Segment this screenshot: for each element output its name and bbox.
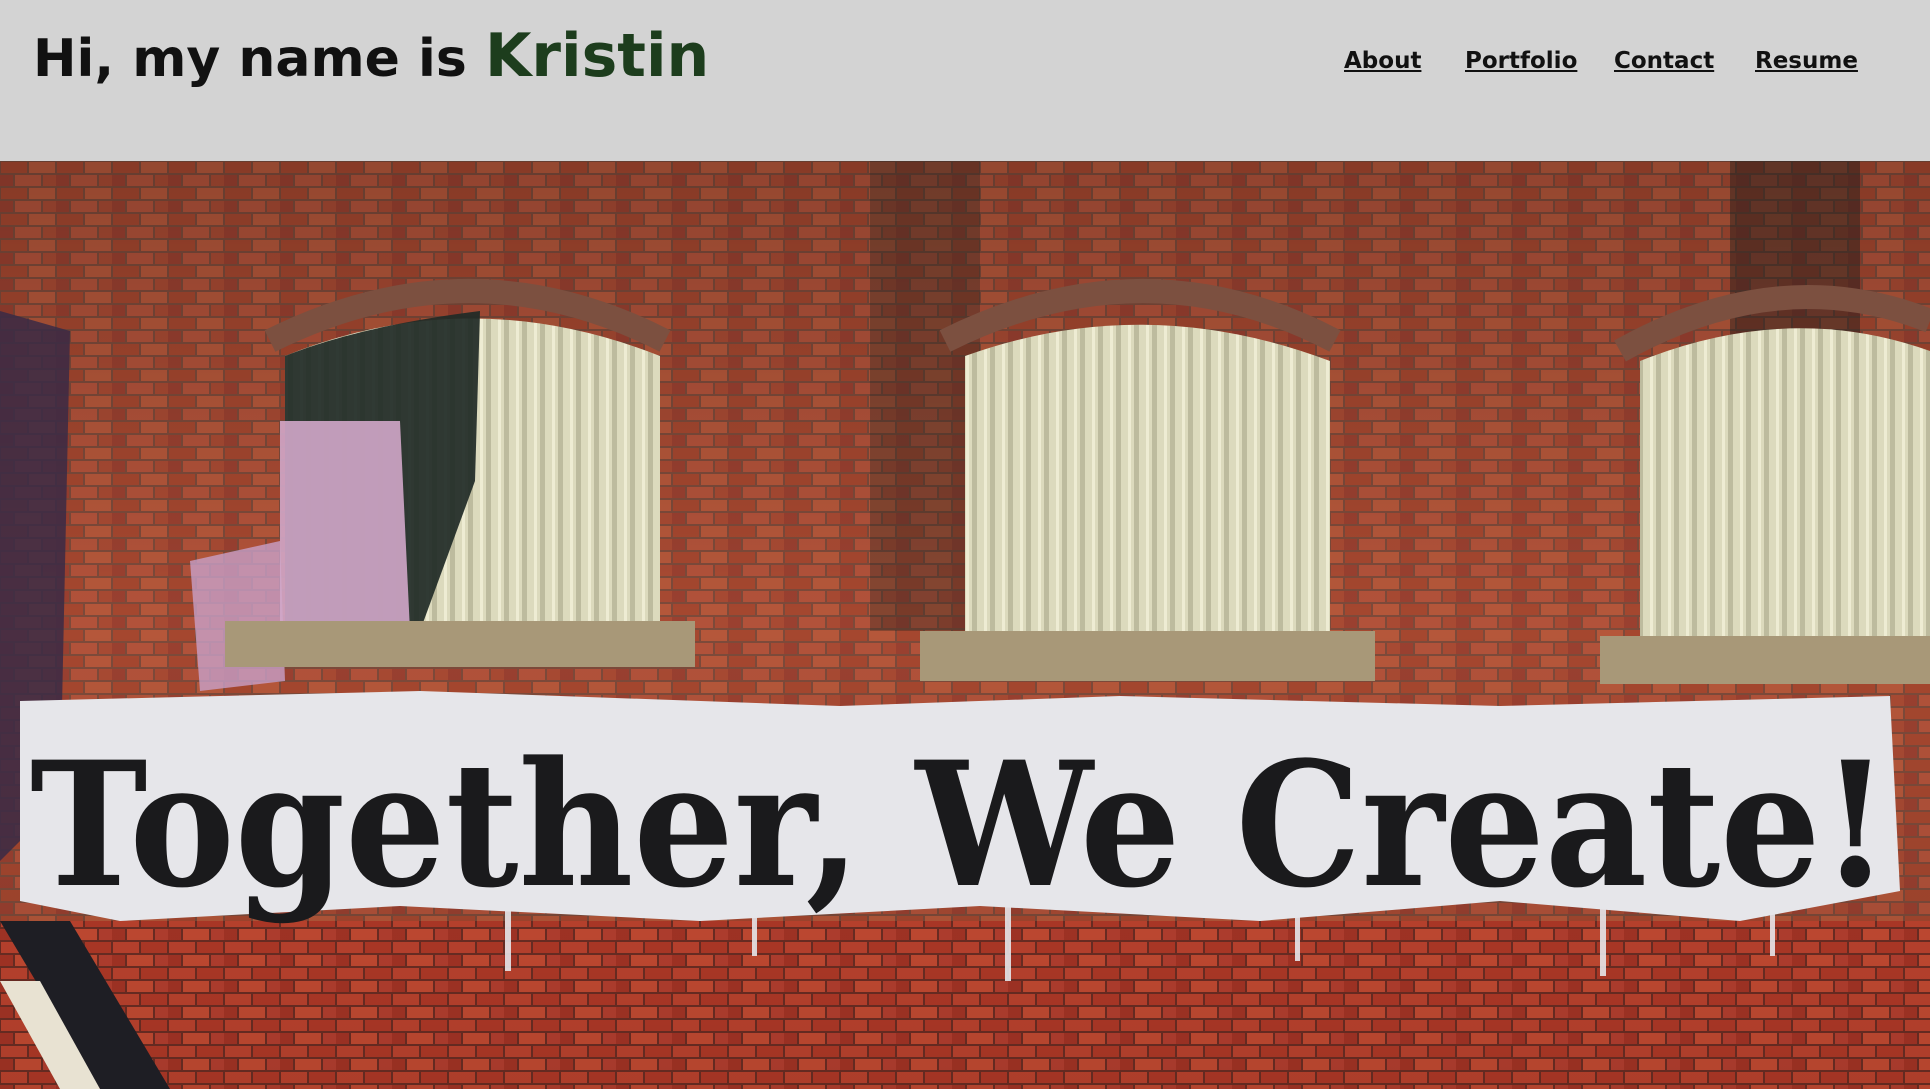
window-middle — [965, 324, 1330, 631]
main-nav: About Portfolio Contact Resume — [1344, 44, 1930, 78]
owner-name: Kristin — [484, 21, 710, 91]
brick-wall-mural: Together, We Create! — [0, 161, 1930, 1089]
greeting-text: Hi, my name is — [33, 29, 467, 89]
nav-link-contact[interactable]: Contact — [1614, 44, 1714, 78]
site-header: Hi, my name is Kristin About Portfolio C… — [0, 0, 1930, 161]
nav-link-portfolio[interactable]: Portfolio — [1465, 44, 1577, 78]
mural-text: Together, We Create! — [30, 723, 1890, 926]
window-right — [1640, 328, 1930, 636]
nav-link-resume[interactable]: Resume — [1755, 44, 1858, 78]
site-title: Hi, my name is Kristin — [33, 18, 709, 97]
nav-link-about[interactable]: About — [1344, 44, 1421, 78]
hero-image: Together, We Create! — [0, 161, 1930, 1089]
